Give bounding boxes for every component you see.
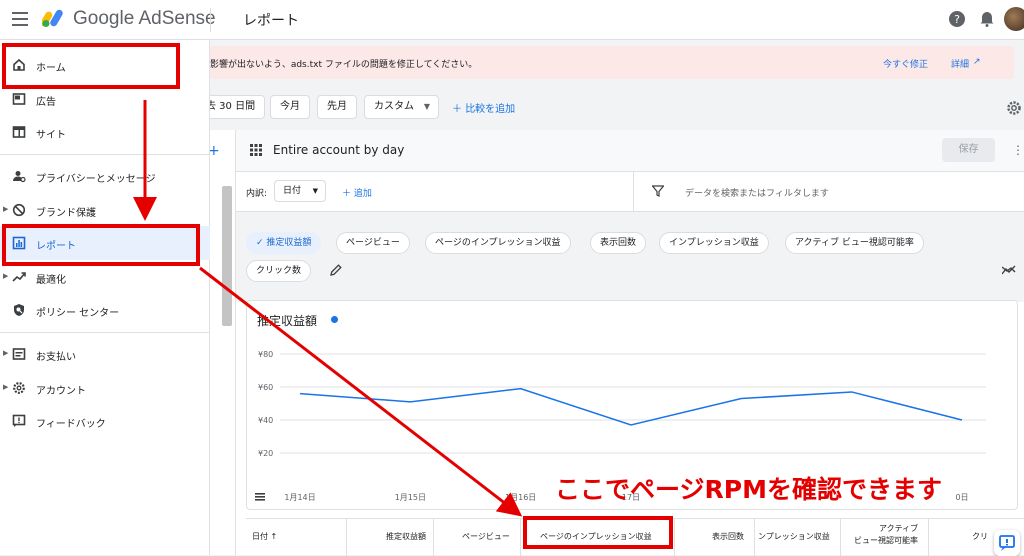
arrow-diagonal — [200, 268, 515, 511]
annotation-text: ここでページRPMを確認できます — [555, 470, 942, 506]
